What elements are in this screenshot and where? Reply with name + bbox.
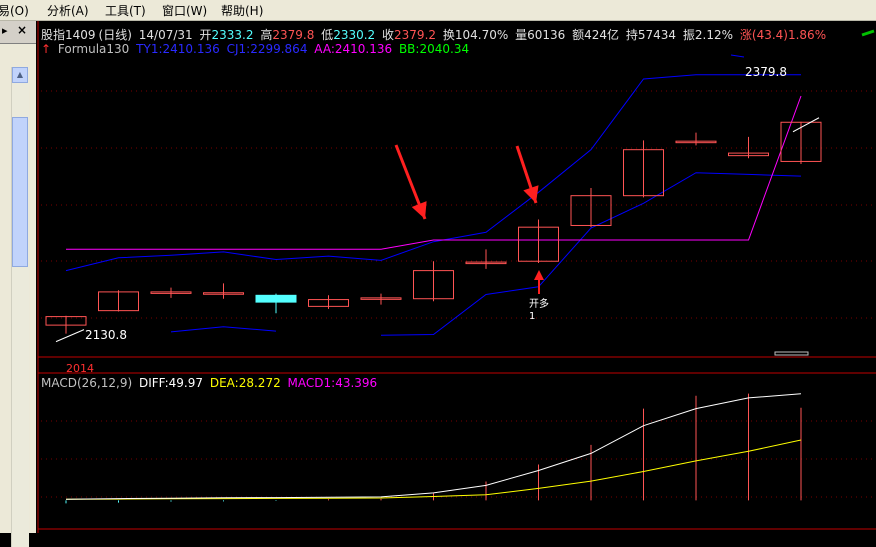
close-label: 收 [382, 28, 395, 42]
amplitude-label: 振 [682, 28, 695, 42]
scroll-up-icon[interactable]: ▲ [12, 67, 28, 83]
cj1-value: CJ1:2299.864 [226, 42, 308, 56]
macd-label: MACD(26,12,9) [41, 376, 133, 390]
open-value: 2333.2 [211, 28, 254, 42]
ty1-value: TY1:2410.136 [136, 42, 220, 56]
date-label: 14/07/31 [138, 28, 193, 42]
menu-tools[interactable]: 工具(T) [105, 2, 146, 19]
bb-value: BB:2040.34 [398, 42, 470, 56]
period-label: (日线) [98, 28, 132, 42]
signal-count: 1 [529, 311, 536, 322]
turnover-label: 换 [442, 28, 455, 42]
menu-bar: 易(O) 分析(A) 工具(T) 窗口(W) 帮助(H) [0, 0, 876, 21]
vertical-scrollbar[interactable]: ▲ [11, 67, 29, 547]
hold-label: 持 [625, 28, 638, 42]
menu-analysis[interactable]: 分析(A) [47, 2, 89, 19]
year-label: 2014 [66, 362, 94, 375]
annotation-arrow-2-head [523, 185, 539, 203]
menu-trade[interactable]: 易(O) [0, 2, 29, 19]
volume-value: 60136 [527, 28, 566, 42]
change-label: 涨 [739, 28, 752, 42]
amplitude-value: 2.12% [694, 28, 734, 42]
aa-value: AA:2410.136 [314, 42, 393, 56]
contract-name: 股指1409 [41, 28, 96, 42]
cj1-line [170, 326, 277, 333]
signal-arrow-head [534, 270, 544, 280]
macd-header: MACD(26,12,9) DIFF:49.97 DEA:28.272 MACD… [41, 376, 380, 390]
up-arrow-icon: ↑ [41, 42, 52, 56]
macd-dea-line [65, 439, 802, 500]
status-indicator [861, 29, 875, 37]
macd-diff-line [65, 393, 802, 500]
macd-diff-value: DIFF:49.97 [138, 376, 204, 390]
macd-dea-value: DEA:28.272 [209, 376, 281, 390]
candle-body [255, 294, 297, 303]
ty1-line [65, 74, 801, 272]
amount-label: 额 [572, 28, 585, 42]
aa-line [66, 95, 802, 250]
ty1-line-top [730, 54, 745, 58]
left-panel: ▸ × ▲ [0, 21, 36, 547]
volume-label: 量 [515, 28, 528, 42]
menu-help[interactable]: 帮助(H) [221, 2, 263, 19]
high-pointer-line [792, 117, 820, 133]
macd-macd1-value: MACD1:43.396 [287, 376, 378, 390]
close-value: 2379.2 [394, 28, 437, 42]
kline-chart[interactable]: 股指1409 (日线) 14/07/31 开2333.2 高2379.8 低233… [36, 21, 876, 533]
turnover-value: 104.70% [454, 28, 509, 42]
formula-name: Formula130 [57, 42, 130, 56]
signal-label: 开多 [529, 299, 549, 310]
close-icon[interactable]: × [17, 23, 27, 37]
open-label: 开 [199, 28, 212, 42]
amount-value: 424亿 [584, 28, 620, 42]
pin-icon[interactable]: ▸ [2, 24, 8, 37]
quote-header: 股指1409 (日线) 14/07/31 开2333.2 高2379.8 低233… [41, 26, 829, 43]
menu-window[interactable]: 窗口(W) [162, 2, 207, 19]
low-pointer-line [55, 329, 85, 343]
high-value: 2379.8 [272, 28, 315, 42]
formula-header: ↑ Formula130 TY1:2410.136 CJ1:2299.864 A… [41, 42, 472, 56]
hold-value: 57434 [637, 28, 677, 42]
low-label: 低 [321, 28, 334, 42]
scroll-thumb[interactable] [12, 117, 28, 267]
high-label: 高 [260, 28, 273, 42]
low-value: 2330.2 [333, 28, 376, 42]
change-value: (43.4)1.86% [751, 28, 827, 42]
high-price-label: 2379.8 [745, 65, 787, 79]
panel-header: ▸ × [0, 21, 36, 44]
range-marker [774, 351, 809, 356]
low-price-label: 2130.8 [85, 328, 127, 342]
chart-canvas [37, 21, 876, 533]
